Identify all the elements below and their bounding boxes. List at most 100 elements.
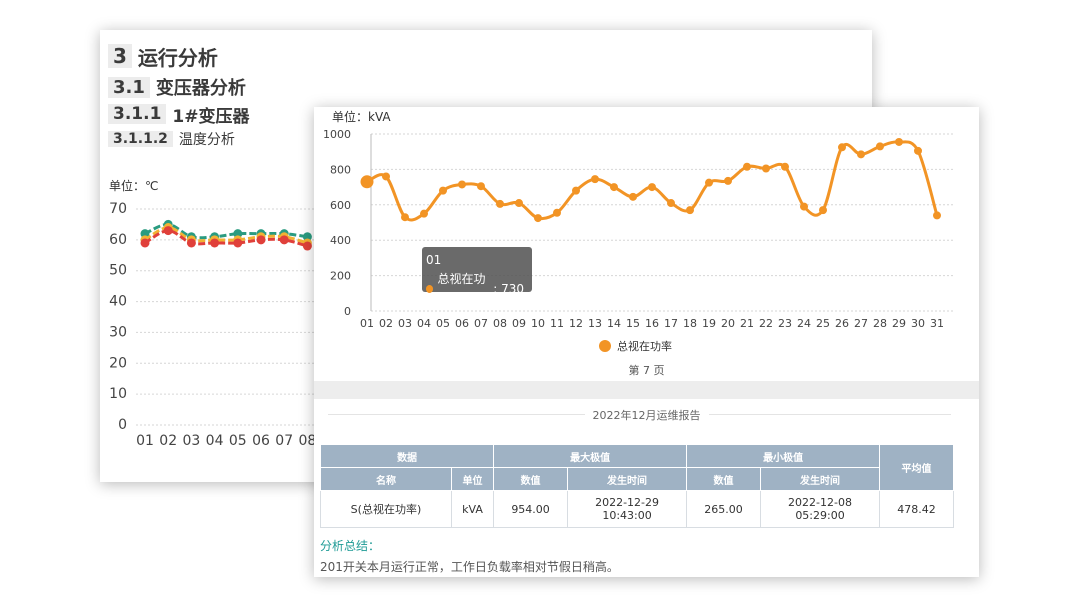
x-tick-label: 21 [740, 317, 754, 330]
data-point [705, 178, 713, 187]
x-tick-label: 20 [721, 317, 735, 330]
x-tick-label: 01 [136, 433, 154, 449]
y-tick-label: 0 [344, 305, 351, 318]
legend-dot-icon [599, 340, 611, 352]
data-point [819, 206, 827, 215]
data-point [876, 142, 884, 151]
tooltip-title: 01 [426, 253, 442, 267]
y-tick-label: 50 [109, 263, 127, 279]
power-report-page: 单位：kVA 0 200 400 600 800 1000 01 02 03 04 05 06 07 08… [314, 107, 979, 577]
data-point [401, 213, 409, 222]
series-line [366, 140, 939, 222]
y-tick-label: 1000 [323, 128, 351, 141]
x-tick-label: 05 [229, 433, 247, 449]
data-point [857, 150, 865, 159]
series-dot-icon [426, 285, 434, 293]
data-point [186, 238, 196, 248]
data-point [496, 199, 504, 208]
cell-unit: kVA [450, 490, 495, 528]
x-tick-label: 19 [702, 317, 716, 330]
data-point [256, 235, 266, 245]
data-point [667, 199, 675, 208]
x-tick-label: 02 [379, 317, 393, 330]
x-tick-label: 24 [797, 317, 811, 330]
th-min: 最小极值 [686, 444, 881, 468]
data-point [382, 172, 390, 181]
y-tick-label: 60 [109, 232, 127, 248]
table-row: S(总视在功率) kVA 954.00 2022-12-29 10:43:00 2… [320, 490, 954, 528]
th-name: 名称 [320, 467, 452, 491]
x-tick-label: 29 [892, 317, 906, 330]
data-point [724, 176, 732, 185]
table-sub-header-row: 名称 单位 数值 发生时间 数值 发生时间 [320, 467, 954, 491]
cell-max-time: 2022-12-29 10:43:00 [566, 490, 688, 528]
y-tick-label: 0 [118, 417, 127, 433]
summary-text: 201开关本月运行正常，工作日负载率相对节假日稍高。 [320, 560, 619, 574]
th-min-time: 发生时间 [759, 467, 881, 491]
x-tick-label: 28 [873, 317, 887, 330]
table-group-header-row: 数据 最大极值 最小极值 平均值 [319, 444, 954, 491]
chart-legend[interactable]: 总视在功率 [599, 338, 672, 354]
summary-label: 分析总结： [320, 539, 381, 553]
tooltip-row: 总视在功率: 730 [426, 269, 524, 309]
min-time-date: 2022-12-08 [788, 496, 852, 509]
x-tick-label: 06 [252, 433, 270, 449]
tooltip-series-name: 总视在功率 [437, 272, 486, 306]
data-point [233, 238, 243, 248]
data-point [800, 202, 808, 211]
min-time-clock: 05:29:00 [795, 509, 845, 522]
th-min-value: 数值 [686, 467, 761, 491]
x-tick-label: 10 [531, 317, 545, 330]
x-tick-label: 07 [474, 317, 488, 330]
x-tick-label: 23 [778, 317, 792, 330]
x-tick-label: 17 [664, 317, 678, 330]
y-tick-label: 800 [330, 163, 351, 176]
apparent-power-chart[interactable]: 0 200 400 600 800 1000 01 02 03 04 05 06 07 08 09 10 11 1… [314, 107, 979, 337]
x-tick-label: 08 [493, 317, 507, 330]
data-point [743, 162, 751, 171]
cell-min-value: 265.00 [686, 490, 761, 528]
tooltip-separator: : [493, 282, 502, 296]
data-point [534, 214, 542, 223]
data-point [762, 164, 770, 173]
x-tick-label: 15 [626, 317, 640, 330]
x-tick-label: 01 [360, 317, 374, 330]
th-max-time: 发生时间 [566, 467, 688, 491]
y-tick-label: 10 [109, 386, 127, 402]
x-tick-label: 31 [930, 317, 944, 330]
x-tick-label: 03 [398, 317, 412, 330]
data-point [279, 235, 289, 245]
y-tick-label: 70 [109, 201, 127, 217]
data-point [629, 192, 637, 201]
cell-avg: 478.42 [879, 490, 954, 528]
x-tick-label: 14 [607, 317, 621, 330]
x-tick-label: 02 [159, 433, 177, 449]
x-tick-label: 25 [816, 317, 830, 330]
page-number: 第 7 页 [628, 364, 665, 377]
x-tick-label: 18 [683, 317, 697, 330]
y-tick-label: 600 [330, 199, 351, 212]
chart-tooltip: 01 总视在功率: 730 [422, 247, 532, 306]
data-point [686, 206, 694, 215]
data-point [140, 238, 150, 248]
legend-label: 总视在功率 [617, 340, 672, 353]
x-tick-label: 12 [569, 317, 583, 330]
x-tick-label: 05 [436, 317, 450, 330]
data-point [933, 211, 941, 220]
data-point [572, 186, 580, 195]
data-point [610, 183, 618, 192]
data-point [781, 162, 789, 171]
x-tick-label: 22 [759, 317, 773, 330]
data-point [360, 175, 374, 189]
x-tick-label: 26 [835, 317, 849, 330]
data-point [838, 143, 846, 152]
x-tick-label: 27 [854, 317, 868, 330]
x-tick-label: 11 [550, 317, 564, 330]
th-avg: 平均值 [879, 444, 954, 491]
x-tick-label: 16 [645, 317, 659, 330]
x-tick-label: 04 [206, 433, 224, 449]
data-point [591, 175, 599, 184]
max-time-clock: 10:43:00 [602, 509, 652, 522]
cell-max-value: 954.00 [493, 490, 568, 528]
y-tick-label: 20 [109, 355, 127, 371]
